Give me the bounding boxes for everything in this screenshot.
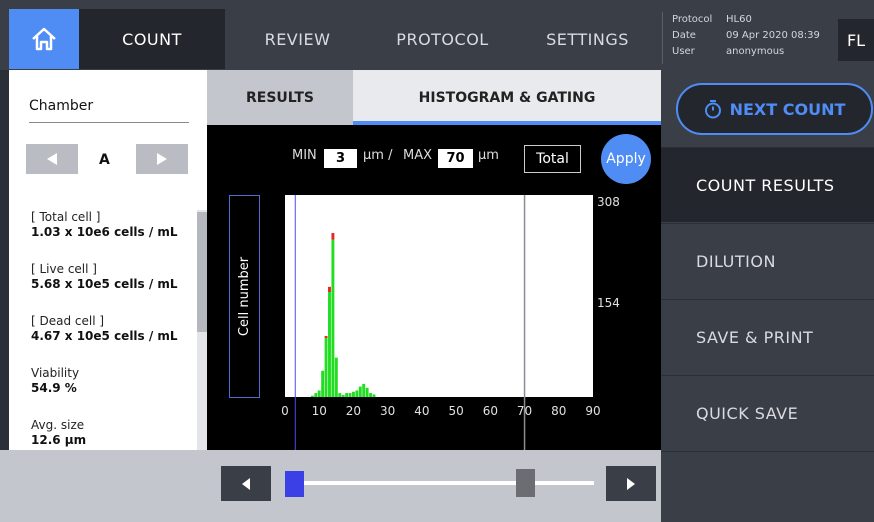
next-count-label: NEXT COUNT bbox=[729, 99, 846, 119]
session-info: Protocol HL60 Date 09 Apr 2020 08:39 User a… bbox=[672, 12, 820, 60]
user-value: anonymous bbox=[726, 46, 785, 57]
menu-empty-slot bbox=[661, 451, 874, 522]
slider-max-handle[interactable] bbox=[516, 469, 535, 497]
histogram-bar-live bbox=[324, 337, 328, 397]
slider-min-handle[interactable] bbox=[285, 471, 304, 497]
histogram-bar-live bbox=[328, 292, 331, 397]
histogram-bar-dead bbox=[331, 233, 335, 240]
histogram-bar-live bbox=[351, 391, 355, 397]
tab-review[interactable]: REVIEW bbox=[225, 9, 370, 69]
stat-value: 12.6 µm bbox=[31, 433, 87, 447]
scrollbar-thumb[interactable] bbox=[197, 212, 207, 332]
histogram-chart: 0 10 20 30 40 50 60 70 80 90 308 154 bbox=[281, 195, 620, 450]
results-panel: Chamber A [ Total cell ] 1.03 x 10e6 cel… bbox=[9, 70, 207, 450]
histogram-bar-live bbox=[355, 390, 359, 397]
stat-total-cell: [ Total cell ] 1.03 x 10e6 cells / mL bbox=[31, 210, 178, 240]
stat-label: Viability bbox=[31, 366, 80, 380]
menu-quick-save[interactable]: QUICK SAVE bbox=[661, 375, 874, 450]
stat-value: 5.68 x 10e5 cells / mL bbox=[31, 277, 178, 291]
home-button[interactable] bbox=[9, 9, 79, 69]
info-divider bbox=[662, 12, 663, 64]
histogram-bar-live bbox=[317, 390, 321, 397]
histogram-bar-dead bbox=[324, 336, 328, 338]
histogram-bar-live bbox=[358, 386, 362, 397]
histogram-bar-live bbox=[369, 393, 373, 397]
histogram-bar-live bbox=[338, 393, 342, 397]
chamber-next-button[interactable] bbox=[136, 144, 188, 174]
histogram-bar-live bbox=[331, 239, 335, 397]
stat-label: [ Dead cell ] bbox=[31, 314, 105, 328]
y-tick-label: 308 bbox=[597, 195, 620, 209]
stat-dead-cell: [ Dead cell ] 4.67 x 10e5 cells / mL bbox=[31, 314, 178, 344]
x-tick-label: 80 bbox=[551, 404, 566, 418]
histogram-bar-live bbox=[345, 393, 349, 397]
stopwatch-icon bbox=[704, 100, 721, 119]
triangle-right-icon bbox=[157, 153, 167, 165]
x-tick-label: 70 bbox=[517, 404, 532, 418]
menu-dilution[interactable]: DILUTION bbox=[661, 223, 874, 298]
histogram-bar-live bbox=[321, 370, 325, 397]
chamber-divider bbox=[29, 122, 189, 123]
tab-histogram-gating[interactable]: HISTOGRAM & GATING bbox=[353, 70, 661, 125]
protocol-key: Protocol bbox=[672, 14, 713, 25]
slider-right-button[interactable] bbox=[606, 466, 656, 501]
stat-live-cell: [ Live cell ] 5.68 x 10e5 cells / mL bbox=[31, 262, 178, 292]
x-tick-label: 40 bbox=[414, 404, 429, 418]
date-value: 09 Apr 2020 08:39 bbox=[726, 30, 820, 41]
plot-area bbox=[285, 195, 593, 397]
arrow-right-icon bbox=[627, 477, 635, 490]
histogram-bar-live bbox=[348, 393, 352, 397]
y-tick-label: 154 bbox=[597, 296, 620, 310]
stat-label: Avg. size bbox=[31, 418, 85, 432]
histogram-bar-dead bbox=[328, 286, 331, 293]
histogram-bar-live bbox=[314, 393, 318, 397]
stat-label: [ Live cell ] bbox=[31, 262, 97, 276]
date-key: Date bbox=[672, 30, 696, 41]
histogram-bar-live bbox=[365, 387, 369, 397]
next-count-button[interactable]: NEXT COUNT bbox=[676, 83, 873, 135]
stat-value: 54.9 % bbox=[31, 381, 77, 395]
histogram-bar-live bbox=[372, 394, 376, 397]
histogram-bar-live bbox=[362, 383, 366, 397]
stat-label: [ Total cell ] bbox=[31, 210, 101, 224]
right-menu: NEXT COUNT COUNT RESULTS DILUTION SAVE &… bbox=[661, 70, 874, 522]
menu-count-results[interactable]: COUNT RESULTS bbox=[661, 147, 874, 222]
histogram-bar-live bbox=[310, 395, 314, 397]
protocol-value: HL60 bbox=[726, 14, 752, 25]
histogram-bar-live bbox=[341, 395, 345, 397]
slider-track[interactable] bbox=[290, 481, 594, 485]
x-tick-label: 60 bbox=[483, 404, 498, 418]
x-tick-label: 30 bbox=[380, 404, 395, 418]
chamber-value: A bbox=[99, 152, 110, 168]
stat-value: 1.03 x 10e6 cells / mL bbox=[31, 225, 178, 239]
user-key: User bbox=[672, 46, 695, 57]
x-tick-label: 90 bbox=[585, 404, 600, 418]
x-tick-label: 0 bbox=[281, 404, 289, 418]
histogram-bar-live bbox=[334, 357, 338, 397]
stat-value: 4.67 x 10e5 cells / mL bbox=[31, 329, 178, 343]
stat-viability: Viability 54.9 % bbox=[31, 366, 79, 396]
tab-results[interactable]: RESULTS bbox=[207, 70, 353, 125]
chamber-label: Chamber bbox=[29, 98, 94, 114]
slider-left-button[interactable] bbox=[221, 466, 271, 501]
x-tick-label: 50 bbox=[448, 404, 463, 418]
menu-save-print[interactable]: SAVE & PRINT bbox=[661, 299, 874, 374]
x-tick-label: 10 bbox=[312, 404, 327, 418]
x-tick-label: 20 bbox=[346, 404, 361, 418]
top-bar: COUNT REVIEW PROTOCOL SETTINGS Protocol H… bbox=[0, 0, 874, 70]
triangle-left-icon bbox=[47, 153, 57, 165]
tab-protocol[interactable]: PROTOCOL bbox=[370, 9, 515, 69]
histogram-panel: MIN 3 µm / MAX 70 µm Total Apply Cell nu… bbox=[207, 125, 661, 450]
arrow-left-icon bbox=[242, 477, 250, 490]
language-button[interactable]: FL bbox=[838, 19, 874, 61]
stat-avg-size: Avg. size 12.6 µm bbox=[31, 418, 86, 448]
home-icon bbox=[32, 27, 56, 51]
gate-slider-bar bbox=[0, 450, 661, 522]
tab-count[interactable]: COUNT bbox=[79, 9, 225, 69]
tab-settings[interactable]: SETTINGS bbox=[515, 9, 660, 69]
chamber-prev-button[interactable] bbox=[26, 144, 78, 174]
